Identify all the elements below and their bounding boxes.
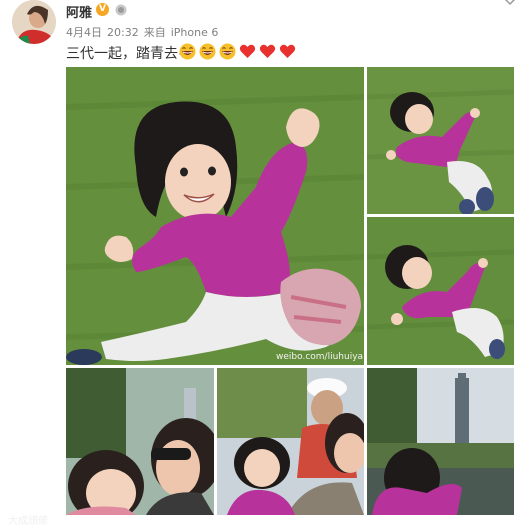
post-meta: 4月4日 20:32 来自 iPhone 6 <box>66 24 223 40</box>
bottom-watermark: 大成頭條 <box>8 516 48 527</box>
heart-emoji <box>279 44 296 58</box>
laugh-emoji <box>199 43 216 60</box>
photo-main[interactable] <box>66 67 364 365</box>
photo-right-top[interactable] <box>367 67 514 214</box>
post-date[interactable]: 4月4日 <box>66 26 102 39</box>
verified-icon: V <box>96 3 109 16</box>
photo-right-middle[interactable] <box>367 217 514 365</box>
post-source-prefix: 来自 <box>143 26 166 39</box>
photo-watermark: weibo.com/liuhuiya <box>276 352 364 362</box>
chevron-down-icon[interactable] <box>503 0 517 9</box>
member-medal-icon[interactable] <box>115 4 127 16</box>
photo-bottom-middle[interactable] <box>217 368 364 515</box>
post-text: 三代一起，踏青去~ <box>66 46 190 62</box>
photo-bottom-right[interactable] <box>367 368 514 515</box>
post-time[interactable]: 20:32 <box>107 26 139 39</box>
heart-emoji <box>259 44 276 58</box>
user-avatar[interactable] <box>12 0 56 44</box>
heart-emoji <box>239 44 256 58</box>
photo-bottom-left[interactable] <box>66 368 214 515</box>
username[interactable]: 阿雅 <box>66 2 92 21</box>
post-source[interactable]: iPhone 6 <box>171 26 219 39</box>
laugh-emoji <box>219 43 236 60</box>
laugh-emoji <box>179 43 196 60</box>
